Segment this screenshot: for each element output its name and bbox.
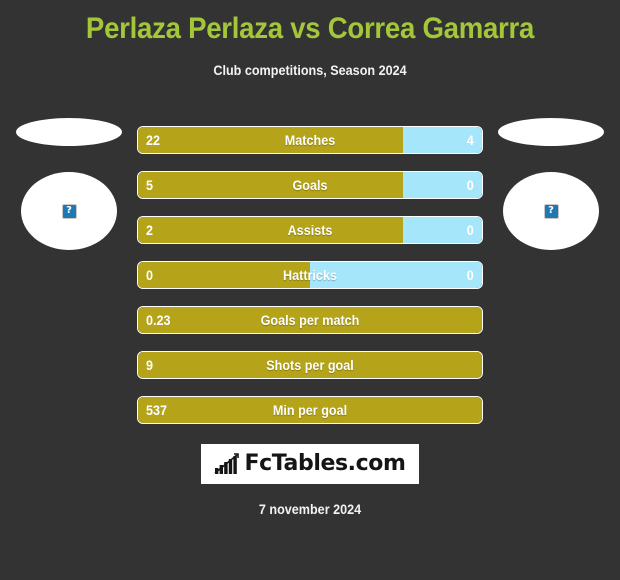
flag-icon bbox=[16, 118, 122, 146]
stat-row: 9 Shots per goal bbox=[137, 351, 483, 379]
stat-label: Assists bbox=[287, 222, 333, 238]
footer-date: 7 november 2024 bbox=[258, 501, 362, 517]
away-value: 0 bbox=[466, 222, 474, 238]
avatar: ? bbox=[503, 172, 599, 250]
stat-row: 22 Matches 4 bbox=[137, 126, 483, 154]
home-value: 5 bbox=[146, 177, 154, 193]
stat-label: Goals bbox=[292, 177, 328, 193]
player-away-panel: ? bbox=[486, 118, 616, 250]
stat-label: Shots per goal bbox=[266, 357, 354, 373]
branding-logo[interactable]: FcTables.com bbox=[0, 444, 620, 484]
stat-row: 2 Assists 0 bbox=[137, 216, 483, 244]
stat-row: 537 Min per goal bbox=[137, 396, 483, 424]
stat-label: Min per goal bbox=[272, 402, 348, 418]
broken-image-icon: ? bbox=[61, 203, 77, 219]
page-subtitle: Club competitions, Season 2024 bbox=[213, 62, 407, 78]
home-value: 2 bbox=[146, 222, 154, 238]
broken-image-icon: ? bbox=[543, 203, 559, 219]
stat-label: Hattricks bbox=[283, 267, 337, 283]
stat-label: Goals per match bbox=[260, 312, 360, 328]
stats-list: 22 Matches 4 5 Goals 0 2 Assists 0 0 Hattricks 0 0.2… bbox=[137, 126, 483, 441]
flag-icon bbox=[498, 118, 604, 146]
stat-row: 0.23 Goals per match bbox=[137, 306, 483, 334]
avatar: ? bbox=[21, 172, 117, 250]
home-value: 9 bbox=[146, 357, 154, 373]
away-value: 4 bbox=[466, 132, 474, 148]
stat-label: Matches bbox=[284, 132, 336, 148]
away-value: 0 bbox=[466, 267, 474, 283]
bar-chart-icon bbox=[214, 453, 240, 474]
player-home-panel: ? bbox=[4, 118, 134, 250]
page-title: Perlaza Perlaza vs Correa Gamarra bbox=[85, 12, 535, 45]
stat-row: 5 Goals 0 bbox=[137, 171, 483, 199]
stat-row: 0 Hattricks 0 bbox=[137, 261, 483, 289]
away-value: 0 bbox=[466, 177, 474, 193]
home-value: 0 bbox=[146, 267, 154, 283]
broken-image-glyph: ? bbox=[548, 205, 554, 216]
logo-text: FcTables.com bbox=[244, 451, 406, 476]
broken-image-glyph: ? bbox=[66, 205, 72, 216]
